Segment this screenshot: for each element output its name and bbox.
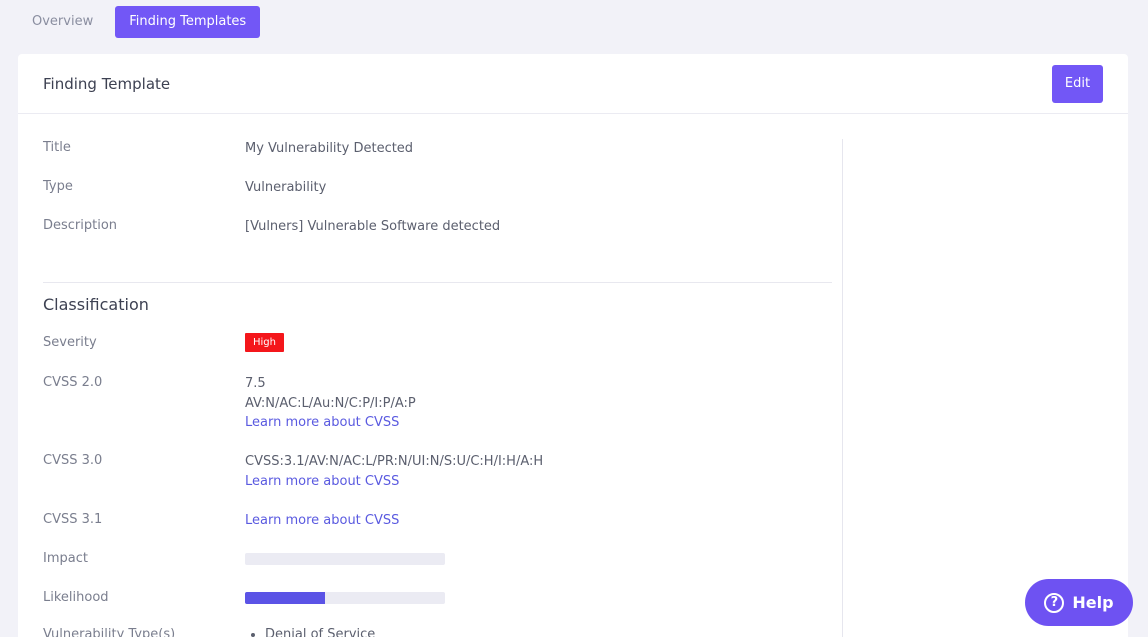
- likelihood-label: Likelihood: [43, 590, 109, 605]
- help-label: Help: [1072, 593, 1114, 612]
- section-divider: [43, 282, 832, 283]
- type-value: Vulnerability: [245, 180, 327, 195]
- description-value: [Vulners] Vulnerable Software detected: [245, 219, 501, 234]
- cvss20-label: CVSS 2.0: [43, 375, 103, 390]
- title-label: Title: [43, 140, 71, 155]
- cvss30-value: CVSS:3.1/AV:N/AC:L/PR:N/UI:N/S:U/C:H/I:H…: [245, 452, 543, 491]
- cvss30-vector: CVSS:3.1/AV:N/AC:L/PR:N/UI:N/S:U/C:H/I:H…: [245, 454, 544, 469]
- likelihood-bar-fill: [245, 592, 325, 604]
- vertical-divider: [842, 139, 843, 637]
- severity-label: Severity: [43, 335, 97, 350]
- help-button[interactable]: ? Help: [1025, 579, 1133, 626]
- cvss20-learn-more-link[interactable]: Learn more about CVSS: [245, 413, 416, 433]
- type-label: Type: [43, 179, 73, 194]
- classification-heading: Classification: [43, 295, 149, 314]
- cvss20-value: 7.5 AV:N/AC:L/Au:N/C:P/I:P/A:P Learn mor…: [245, 374, 416, 433]
- severity-badge: High: [245, 333, 284, 352]
- severity-value-wrap: High: [245, 332, 284, 352]
- description-label: Description: [43, 218, 118, 233]
- title-value: My Vulnerability Detected: [245, 141, 414, 156]
- card-title: Finding Template: [43, 74, 171, 93]
- cvss31-value: Learn more about CVSS: [245, 511, 399, 531]
- cvss20-score: 7.5: [245, 376, 266, 391]
- vuln-types-list: Denial of Service: [265, 627, 375, 637]
- vuln-types-label: Vulnerability Type(s): [43, 627, 176, 637]
- tab-finding-templates[interactable]: Finding Templates: [115, 6, 261, 38]
- cvss30-label: CVSS 3.0: [43, 453, 103, 468]
- likelihood-bar: [245, 592, 445, 604]
- tab-bar: Overview Finding Templates: [18, 6, 261, 38]
- impact-bar: [245, 553, 445, 565]
- edit-button[interactable]: Edit: [1052, 64, 1103, 103]
- cvss31-learn-more-link[interactable]: Learn more about CVSS: [245, 511, 399, 531]
- cvss31-label: CVSS 3.1: [43, 512, 103, 527]
- tab-overview[interactable]: Overview: [18, 6, 107, 38]
- finding-template-card: Finding Template Edit Title My Vulnerabi…: [18, 54, 1128, 637]
- vuln-type-item: Denial of Service: [265, 627, 375, 637]
- card-header: Finding Template Edit: [18, 54, 1128, 114]
- question-circle-icon: ?: [1044, 592, 1065, 613]
- cvss30-learn-more-link[interactable]: Learn more about CVSS: [245, 472, 543, 492]
- cvss20-vector: AV:N/AC:L/Au:N/C:P/I:P/A:P: [245, 395, 416, 411]
- impact-label: Impact: [43, 551, 88, 566]
